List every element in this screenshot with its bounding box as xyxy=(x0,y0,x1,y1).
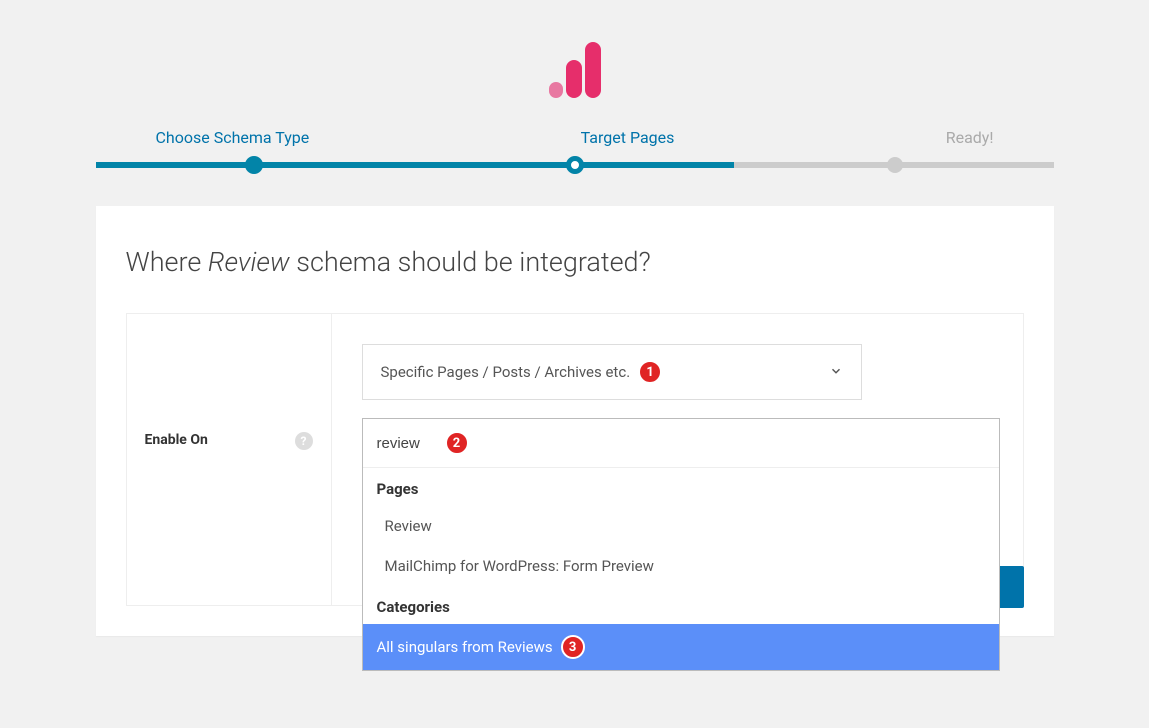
dropdown-group-pages: Pages xyxy=(363,468,999,506)
enable-on-row: Enable On ? Specific Pages / Posts / Arc… xyxy=(126,313,1024,606)
target-select[interactable]: Specific Pages / Posts / Archives etc. 1 xyxy=(362,344,862,400)
dropdown-group-categories: Categories xyxy=(363,586,999,624)
track-progress xyxy=(96,162,734,168)
step-dot-2[interactable] xyxy=(566,156,584,174)
select-value: Specific Pages / Posts / Archives etc. 1 xyxy=(381,360,663,384)
title-pre: Where xyxy=(126,246,208,278)
title-post: schema should be integrated? xyxy=(290,246,651,278)
field-input-col: Specific Pages / Posts / Archives etc. 1… xyxy=(332,314,1023,605)
app-logo xyxy=(0,0,1149,128)
wizard-steps: Choose Schema Type Target Pages Ready! xyxy=(96,128,1054,168)
annotation-badge-1: 1 xyxy=(638,360,662,384)
step-dot-1[interactable] xyxy=(245,156,263,174)
dropdown-item-all-singulars[interactable]: All singulars from Reviews 3 xyxy=(363,624,999,670)
logo-bar-2 xyxy=(566,60,582,98)
step-label-3: Ready! xyxy=(946,128,994,147)
wizard-panel: Where Review schema should be integrated… xyxy=(96,206,1054,636)
step-dot-3 xyxy=(887,157,903,173)
select-value-text: Specific Pages / Posts / Archives etc. xyxy=(381,363,631,381)
chevron-down-icon xyxy=(829,363,843,382)
search-input[interactable] xyxy=(377,435,437,452)
step-label-2[interactable]: Target Pages xyxy=(581,128,675,147)
logo-bar-3 xyxy=(585,42,601,98)
page-title: Where Review schema should be integrated… xyxy=(126,246,1024,278)
dropdown-item-mailchimp[interactable]: MailChimp for WordPress: Form Preview xyxy=(363,546,999,586)
dropdown-item-review[interactable]: Review xyxy=(363,506,999,546)
search-input-wrap[interactable]: 2 xyxy=(363,419,999,468)
dropdown-item-text: All singulars from Reviews xyxy=(377,638,553,656)
logo-bars xyxy=(549,42,601,98)
annotation-badge-3: 3 xyxy=(561,635,585,659)
field-label-col: Enable On ? xyxy=(127,314,332,605)
step-label-1[interactable]: Choose Schema Type xyxy=(156,128,310,147)
enable-on-label: Enable On xyxy=(145,432,208,448)
help-icon[interactable]: ? xyxy=(295,432,313,450)
annotation-badge-2: 2 xyxy=(445,431,469,455)
logo-bar-1 xyxy=(549,82,563,98)
title-schema-name: Review xyxy=(208,246,290,278)
search-dropdown: 2 Pages Review MailChimp for WordPress: … xyxy=(362,418,1000,671)
